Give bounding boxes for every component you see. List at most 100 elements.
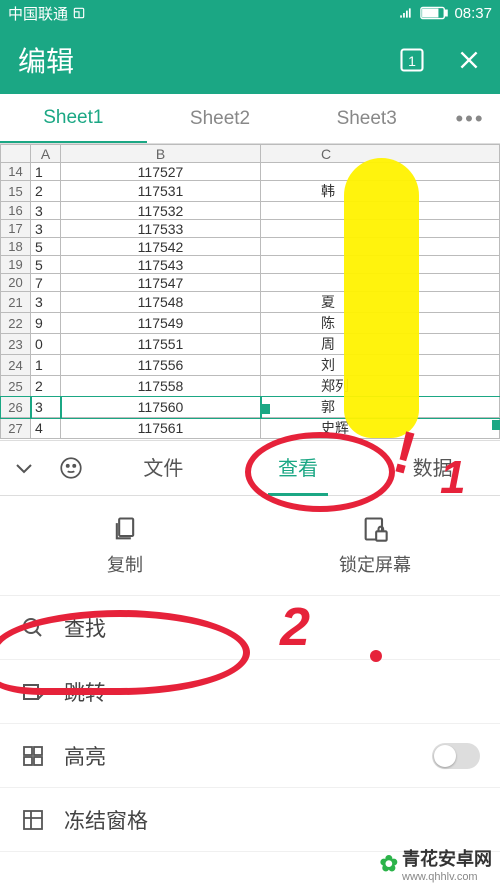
table-row[interactable]: 141117527 <box>1 163 500 181</box>
watermark: ✿ 青花安卓网 www.qhhlv.com <box>380 845 492 883</box>
cell[interactable]: 117551 <box>61 334 261 355</box>
cell[interactable]: 117542 <box>61 238 261 256</box>
app-bar: 编辑 1 <box>0 26 500 94</box>
menu-find[interactable]: 查找 <box>0 596 500 660</box>
cell[interactable]: 3 <box>31 397 61 418</box>
cell[interactable]: 117548 <box>61 292 261 313</box>
spreadsheet-area[interactable]: A B C 141117527152117531韩163117532173117… <box>0 144 500 440</box>
row-header[interactable]: 22 <box>1 313 31 334</box>
table-row[interactable]: 229117549陈 <box>1 313 500 334</box>
collapse-button[interactable] <box>12 456 36 480</box>
cell[interactable]: 2 <box>31 376 61 397</box>
cell[interactable]: 117543 <box>61 256 261 274</box>
row-header[interactable]: 20 <box>1 274 31 292</box>
cell[interactable]: 117556 <box>61 355 261 376</box>
cell[interactable]: 117561 <box>61 418 261 439</box>
cell[interactable]: 117531 <box>61 181 261 202</box>
table-row[interactable]: 207117547 <box>1 274 500 292</box>
cell[interactable]: 3 <box>31 292 61 313</box>
cell[interactable]: 117532 <box>61 202 261 220</box>
tab-sheet1[interactable]: Sheet1 <box>0 95 147 143</box>
selection-handle[interactable] <box>492 420 500 430</box>
spreadsheet-grid[interactable]: A B C 141117527152117531韩163117532173117… <box>0 144 500 439</box>
cell[interactable]: 117533 <box>61 220 261 238</box>
table-row[interactable]: 263117560郭 <box>1 397 500 418</box>
cell[interactable]: 3 <box>31 202 61 220</box>
table-row[interactable]: 252117558郑列 <box>1 376 500 397</box>
table-row[interactable]: 241117556刘 <box>1 355 500 376</box>
row-header[interactable]: 27 <box>1 418 31 439</box>
row-header[interactable]: 16 <box>1 202 31 220</box>
cell[interactable]: 117527 <box>61 163 261 181</box>
highlight-toggle[interactable] <box>432 743 480 769</box>
cell[interactable]: 4 <box>31 418 61 439</box>
cell[interactable]: 9 <box>31 313 61 334</box>
copy-button[interactable]: 复制 <box>0 496 250 595</box>
row-header[interactable]: 26 <box>1 397 31 418</box>
tab-more[interactable]: ••• <box>440 94 500 144</box>
menu-find-label: 查找 <box>64 613 106 643</box>
table-row[interactable]: 173117533 <box>1 220 500 238</box>
corner-cell[interactable] <box>1 145 31 163</box>
cell[interactable]: 2 <box>31 181 61 202</box>
lock-icon <box>361 515 389 543</box>
search-icon <box>20 615 46 641</box>
menu-jump[interactable]: 跳转 <box>0 660 500 724</box>
table-row[interactable]: 195117543 <box>1 256 500 274</box>
cell[interactable]: 117549 <box>61 313 261 334</box>
lock-screen-button[interactable]: 锁定屏幕 <box>250 496 500 595</box>
table-row[interactable]: 152117531韩 <box>1 181 500 202</box>
cell[interactable]: 1 <box>31 163 61 181</box>
cell[interactable]: 3 <box>31 220 61 238</box>
svg-text:1: 1 <box>408 53 416 69</box>
tab-sheet2[interactable]: Sheet2 <box>147 96 294 142</box>
menu-highlight[interactable]: 高亮 <box>0 724 500 788</box>
row-header[interactable]: 15 <box>1 181 31 202</box>
lock-label: 锁定屏幕 <box>339 551 411 577</box>
row-header[interactable]: 17 <box>1 220 31 238</box>
menu-freeze[interactable]: 冻结窗格 <box>0 788 500 852</box>
table-row[interactable]: 274117561史辉 <box>1 418 500 439</box>
table-row[interactable]: 213117548夏 <box>1 292 500 313</box>
status-bar: 中国联通 08:37 <box>0 0 500 26</box>
menu-jump-label: 跳转 <box>64 677 106 707</box>
carrier-label: 中国联通 <box>8 3 68 24</box>
row-header[interactable]: 18 <box>1 238 31 256</box>
toolbar-tab-file[interactable]: 文件 <box>133 440 193 496</box>
copy-icon <box>111 515 139 543</box>
cell[interactable]: 117547 <box>61 274 261 292</box>
col-header-b[interactable]: B <box>61 145 261 163</box>
row-header[interactable]: 14 <box>1 163 31 181</box>
row-header[interactable]: 23 <box>1 334 31 355</box>
quick-actions: 复制 锁定屏幕 <box>0 496 500 596</box>
copy-label: 复制 <box>107 551 143 577</box>
cell[interactable]: 117558 <box>61 376 261 397</box>
clock-label: 08:37 <box>454 5 492 22</box>
table-row[interactable]: 163117532 <box>1 202 500 220</box>
cell[interactable]: 5 <box>31 238 61 256</box>
row-header[interactable]: 24 <box>1 355 31 376</box>
watermark-logo-icon: ✿ <box>380 851 398 877</box>
table-row[interactable]: 230117551周 <box>1 334 500 355</box>
row-header[interactable]: 21 <box>1 292 31 313</box>
col-header-a[interactable]: A <box>31 145 61 163</box>
row-header[interactable]: 19 <box>1 256 31 274</box>
cell[interactable]: 7 <box>31 274 61 292</box>
cell[interactable]: 117560 <box>61 397 261 418</box>
table-row[interactable]: 185117542 <box>1 238 500 256</box>
highlight-icon <box>20 743 46 769</box>
watermark-name: 青花安卓网 <box>402 849 492 869</box>
toolbar-tab-view[interactable]: 查看 <box>268 440 328 496</box>
assistant-icon[interactable] <box>58 455 84 481</box>
row-header[interactable]: 25 <box>1 376 31 397</box>
jump-icon <box>20 679 46 705</box>
toolbar-tab-data[interactable]: 数据 <box>403 440 463 496</box>
selection-handle[interactable] <box>260 404 270 414</box>
page-layout-button[interactable]: 1 <box>398 46 426 74</box>
close-button[interactable] <box>456 47 482 73</box>
tab-sheet3[interactable]: Sheet3 <box>293 96 440 142</box>
page-title: 编辑 <box>18 40 398 80</box>
cell[interactable]: 1 <box>31 355 61 376</box>
cell[interactable]: 5 <box>31 256 61 274</box>
cell[interactable]: 0 <box>31 334 61 355</box>
